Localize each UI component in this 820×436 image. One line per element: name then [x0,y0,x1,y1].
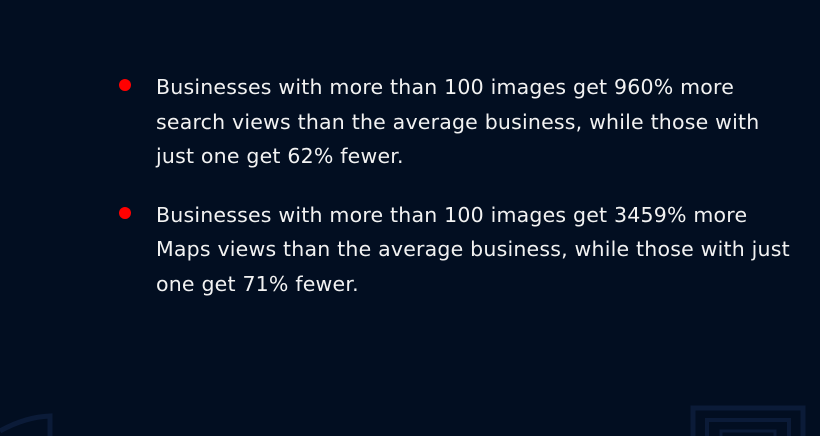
list-item: Businesses with more than 100 images get… [119,198,796,302]
bullet-text: Businesses with more than 100 images get… [156,202,790,296]
list-item: Businesses with more than 100 images get… [119,70,796,174]
stats-list: Businesses with more than 100 images get… [119,70,796,325]
bullet-icon [119,79,131,91]
bullet-icon [119,206,131,219]
bullet-text: Businesses with more than 100 images get… [156,75,760,168]
decorative-squares-icon [690,405,806,436]
decorative-arc-icon [0,413,53,436]
